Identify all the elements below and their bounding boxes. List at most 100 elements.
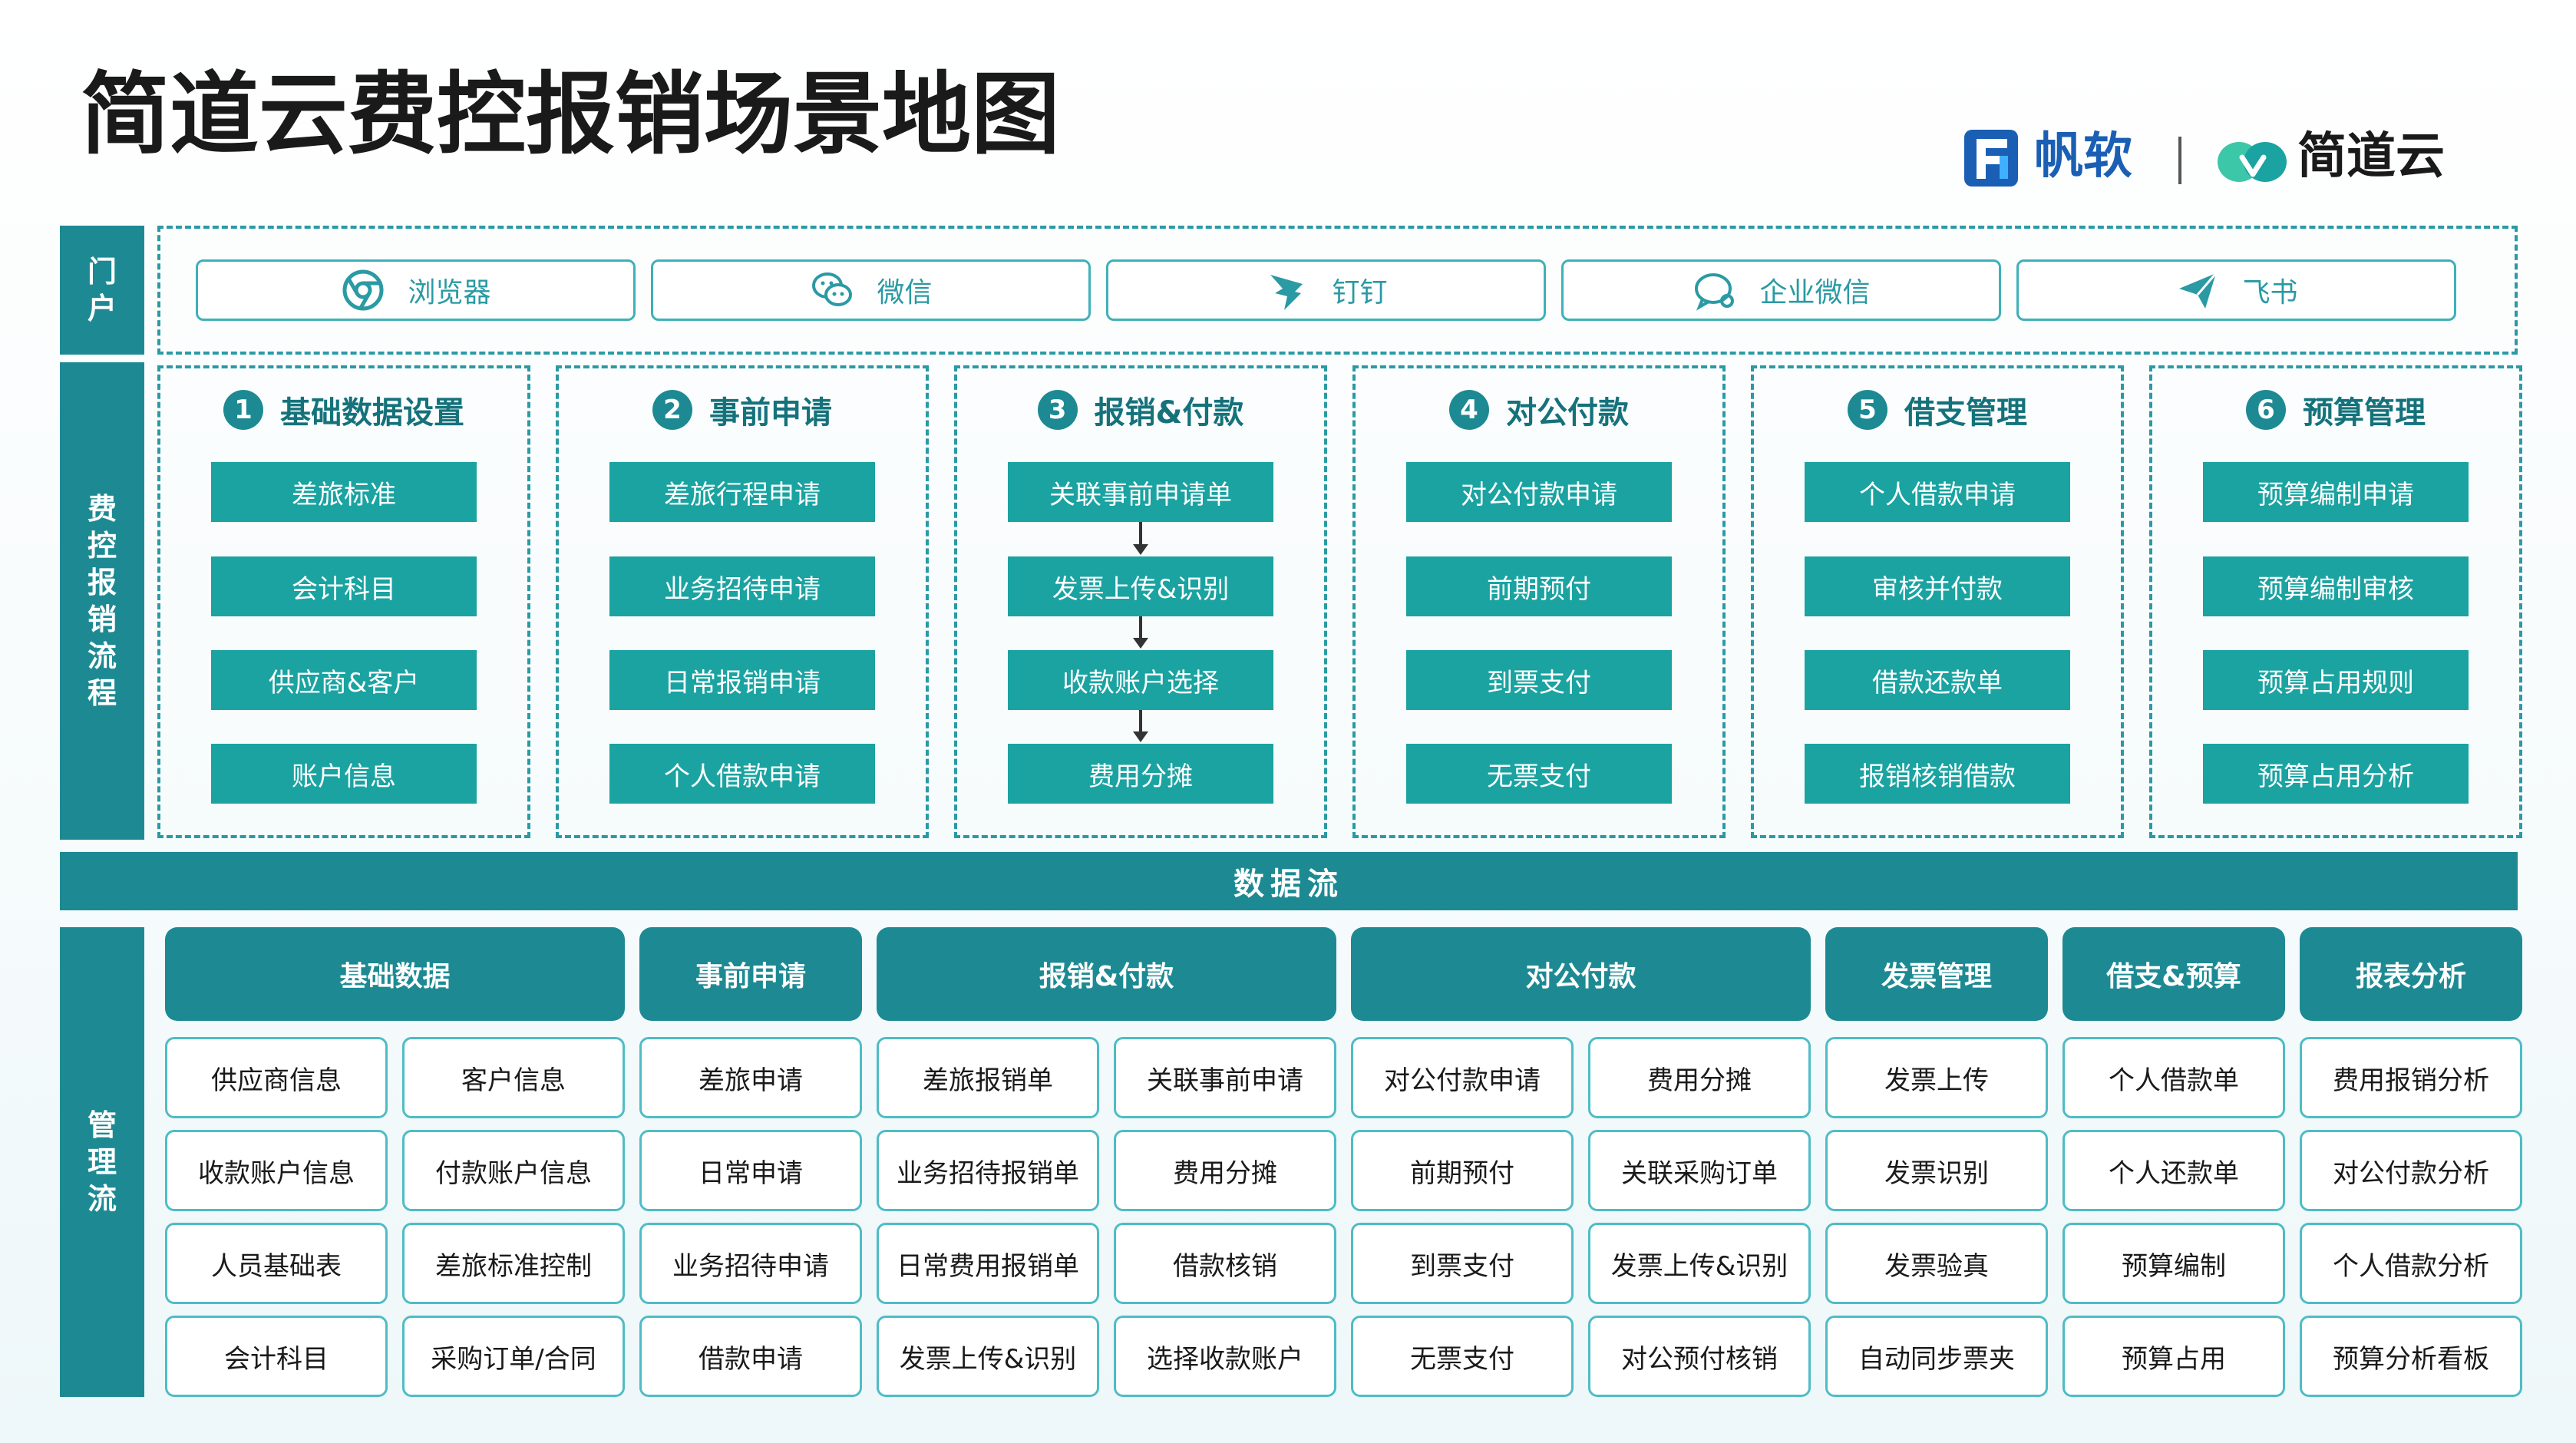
section-title: 预算管理 — [2303, 395, 2426, 431]
manage-item[interactable]: 选择收款账户 — [1114, 1316, 1336, 1397]
process-step[interactable]: 预算编制申请 — [2203, 462, 2469, 522]
manage-item[interactable]: 差旅报销单 — [877, 1037, 1099, 1118]
process-step[interactable]: 收款账户选择 — [1008, 650, 1273, 710]
manage-item[interactable]: 前期预付 — [1351, 1130, 1574, 1211]
manage-group-header: 报表分析 — [2300, 927, 2522, 1021]
manage-item[interactable]: 发票验真 — [1825, 1223, 2048, 1304]
process-step[interactable]: 预算占用规则 — [2203, 650, 2469, 710]
manage-item[interactable]: 发票上传 — [1825, 1037, 2048, 1118]
process-step[interactable]: 对公付款申请 — [1406, 462, 1672, 522]
manage-item[interactable]: 差旅标准控制 — [402, 1223, 625, 1304]
manage-item[interactable]: 对公预付核销 — [1588, 1316, 1811, 1397]
manage-item[interactable]: 业务招待报销单 — [877, 1130, 1099, 1211]
portal-item-4[interactable]: 飞书 — [2016, 259, 2456, 321]
manage-item[interactable]: 关联事前申请 — [1114, 1037, 1336, 1118]
manage-item[interactable]: 对公付款分析 — [2300, 1130, 2522, 1211]
section-number-badge: 1 — [223, 390, 263, 430]
manage-item[interactable]: 费用分摊 — [1114, 1130, 1336, 1211]
manage-item[interactable]: 费用分摊 — [1588, 1037, 1811, 1118]
process-step[interactable]: 关联事前申请单 — [1008, 462, 1273, 522]
section-header-3: 3 报销&付款 — [954, 387, 1327, 433]
portal-item-1[interactable]: 微信 — [651, 259, 1091, 321]
process-step[interactable]: 前期预付 — [1406, 556, 1672, 616]
wechat-icon — [809, 267, 855, 313]
process-step[interactable]: 报销核销借款 — [1805, 744, 2070, 804]
portal-side-label-text: 门户 — [87, 255, 117, 325]
process-step[interactable]: 差旅行程申请 — [609, 462, 875, 522]
section-title: 借支管理 — [1904, 395, 2027, 431]
browser-icon — [340, 267, 386, 313]
process-step[interactable]: 费用分摊 — [1008, 744, 1273, 804]
process-step[interactable]: 预算占用分析 — [2203, 744, 2469, 804]
page-title: 简道云费控报销场景地图 — [81, 63, 1060, 167]
manage-item[interactable]: 客户信息 — [402, 1037, 625, 1118]
manage-group-header: 报销&付款 — [877, 927, 1336, 1021]
manage-item[interactable]: 发票上传&识别 — [877, 1316, 1099, 1397]
section-header-5: 5 借支管理 — [1751, 387, 2124, 433]
process-step[interactable]: 日常报销申请 — [609, 650, 875, 710]
manage-item[interactable]: 人员基础表 — [165, 1223, 388, 1304]
manage-group-header: 对公付款 — [1351, 927, 1811, 1021]
manage-item[interactable]: 个人借款分析 — [2300, 1223, 2522, 1304]
process-step[interactable]: 会计科目 — [211, 556, 477, 616]
process-step[interactable]: 审核并付款 — [1805, 556, 2070, 616]
section-number-badge: 5 — [1848, 390, 1887, 430]
feishu-icon — [2175, 267, 2221, 313]
manage-item[interactable]: 预算编制 — [2062, 1223, 2285, 1304]
section-number-badge: 4 — [1449, 390, 1489, 430]
manage-item[interactable]: 自动同步票夹 — [1825, 1316, 2048, 1397]
flow-arrow-icon — [1133, 616, 1148, 649]
section-number-badge: 6 — [2246, 390, 2286, 430]
manage-item[interactable]: 发票识别 — [1825, 1130, 2048, 1211]
process-step[interactable]: 借款还款单 — [1805, 650, 2070, 710]
process-step[interactable]: 发票上传&识别 — [1008, 556, 1273, 616]
manage-item[interactable]: 日常申请 — [639, 1130, 862, 1211]
jiandaoyun-logo-icon — [2218, 142, 2287, 182]
manage-item[interactable]: 关联采购订单 — [1588, 1130, 1811, 1211]
section-title: 基础数据设置 — [280, 395, 464, 431]
manage-group-header: 基础数据 — [165, 927, 625, 1021]
manage-item[interactable]: 收款账户信息 — [165, 1130, 388, 1211]
section-title: 对公付款 — [1506, 395, 1629, 431]
process-step[interactable]: 预算编制审核 — [2203, 556, 2469, 616]
process-step[interactable]: 个人借款申请 — [1805, 462, 2070, 522]
flow-arrow-icon — [1133, 710, 1148, 742]
manage-item[interactable]: 业务招待申请 — [639, 1223, 862, 1304]
manage-item[interactable]: 费用报销分析 — [2300, 1037, 2522, 1118]
manage-item[interactable]: 对公付款申请 — [1351, 1037, 1574, 1118]
section-header-1: 1 基础数据设置 — [157, 387, 530, 433]
manage-item[interactable]: 借款申请 — [639, 1316, 862, 1397]
process-step[interactable]: 到票支付 — [1406, 650, 1672, 710]
manage-item[interactable]: 到票支付 — [1351, 1223, 1574, 1304]
manage-item[interactable]: 供应商信息 — [165, 1037, 388, 1118]
manage-item[interactable]: 发票上传&识别 — [1588, 1223, 1811, 1304]
manage-item[interactable]: 预算占用 — [2062, 1316, 2285, 1397]
wecom-icon — [1692, 267, 1738, 313]
portal-item-3[interactable]: 企业微信 — [1561, 259, 2001, 321]
process-step[interactable]: 个人借款申请 — [609, 744, 875, 804]
process-step[interactable]: 供应商&客户 — [211, 650, 477, 710]
manage-item[interactable]: 采购订单/合同 — [402, 1316, 625, 1397]
manage-item[interactable]: 日常费用报销单 — [877, 1223, 1099, 1304]
process-step[interactable]: 业务招待申请 — [609, 556, 875, 616]
manage-group-header: 事前申请 — [639, 927, 862, 1021]
fanruan-logo-icon — [1964, 130, 2018, 187]
manage-item[interactable]: 预算分析看板 — [2300, 1316, 2522, 1397]
fanruan-logo-text: 帆软 — [2034, 128, 2132, 185]
manage-item[interactable]: 无票支付 — [1351, 1316, 1574, 1397]
manage-item[interactable]: 个人借款单 — [2062, 1037, 2285, 1118]
portal-item-0[interactable]: 浏览器 — [196, 259, 636, 321]
portal-item-2[interactable]: 钉钉 — [1106, 259, 1546, 321]
manage-item[interactable]: 会计科目 — [165, 1316, 388, 1397]
manage-item[interactable]: 付款账户信息 — [402, 1130, 625, 1211]
manage-item[interactable]: 借款核销 — [1114, 1223, 1336, 1304]
portal-item-label: 钉钉 — [1332, 277, 1388, 309]
process-step[interactable]: 差旅标准 — [211, 462, 477, 522]
manage-group-header: 借支&预算 — [2062, 927, 2285, 1021]
process-step[interactable]: 无票支付 — [1406, 744, 1672, 804]
manage-item[interactable]: 个人还款单 — [2062, 1130, 2285, 1211]
process-step[interactable]: 账户信息 — [211, 744, 477, 804]
manage-side-label: 管理流 — [60, 927, 144, 1397]
manage-item[interactable]: 差旅申请 — [639, 1037, 862, 1118]
manage-group-header: 发票管理 — [1825, 927, 2048, 1021]
